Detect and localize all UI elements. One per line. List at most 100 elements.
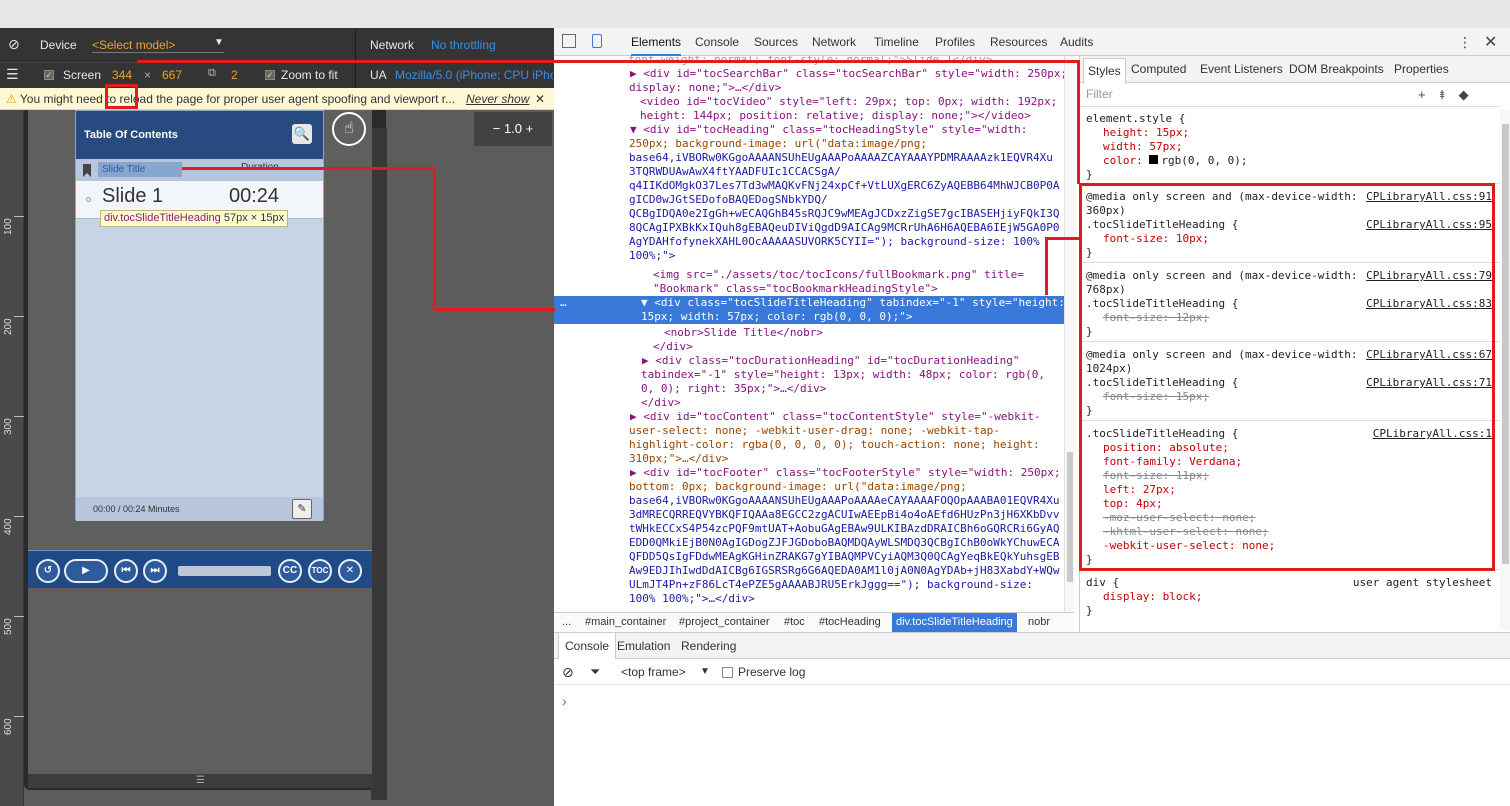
dom-line[interactable]: display: none;">…</div> (629, 81, 781, 95)
add-rule-icon[interactable]: + (1418, 87, 1426, 102)
cc-button[interactable]: CC (278, 559, 302, 583)
dom-line[interactable]: Aw9EDJIhIwdDdAICBg6IGSRSRg6G6AQEDA0AM1l0… (629, 564, 1059, 578)
dom-line[interactable]: ▶ <div id="tocFooter" class="tocFooterSt… (630, 466, 1060, 480)
tab-rendering[interactable]: Rendering (681, 633, 736, 659)
chevron-down-icon[interactable]: ▼ (700, 659, 710, 685)
dom-line[interactable]: 100%;"> (629, 249, 675, 263)
preserve-log-checkbox[interactable] (722, 667, 733, 678)
dom-line[interactable]: <img src="./assets/toc/tocIcons/fullBook… (653, 268, 1024, 282)
breadcrumb-item[interactable]: #project_container (679, 613, 770, 632)
dom-line[interactable]: 0, 0); right: 35px;">…</div> (641, 382, 826, 396)
dom-line[interactable]: 250px; background-image: url("data:image… (629, 137, 927, 151)
previous-icon[interactable]: ⏮ (114, 559, 138, 583)
dom-line[interactable]: bottom: 0px; background-image: url("data… (629, 480, 967, 494)
screen-checkbox[interactable]: ✓ (44, 70, 54, 80)
dom-line[interactable]: QFDD5QsIgFDdwMEAgKGHinZRAKG7gYIBAQMPVCyi… (629, 550, 1059, 564)
clear-console-icon[interactable]: ⊘ (562, 659, 574, 685)
elements-scrollbar[interactable] (1064, 56, 1074, 612)
tab-event-listeners[interactable]: Event Listeners (1200, 56, 1283, 83)
tab-styles[interactable]: Styles (1083, 58, 1126, 84)
dom-line[interactable]: base64,iVBORw0KGgoAAAANSUhEUgAAAPoAAAAeC… (629, 494, 1059, 508)
filter-icon[interactable]: ⏷ (590, 659, 600, 685)
tab-console[interactable]: Console (695, 28, 739, 56)
dom-line[interactable]: 3dMRECQRREQVYBKQFIQAAa8EGCC2zgACUIwAEEpB… (629, 508, 1059, 522)
tab-console-drawer[interactable]: Console (558, 633, 617, 659)
edit-icon[interactable]: ✎ (292, 499, 312, 519)
play-icon[interactable]: ▶ (64, 559, 108, 583)
dom-line[interactable]: </div> (653, 340, 693, 354)
dom-line[interactable]: EDD0QMkiEjB0N0AgIGDogZJFJGDoboBAQMDQAyWL… (629, 536, 1059, 550)
rule-property[interactable]: width: 57px; (1103, 140, 1182, 154)
dom-line[interactable]: QCBgIDQA0e2IgGh+wECAQGhB45sRQJC9wMEAgJCD… (629, 207, 1059, 221)
zoom-out-button[interactable]: − (493, 121, 501, 136)
tab-computed[interactable]: Computed (1131, 56, 1186, 83)
dom-line[interactable]: "Bookmark" class="tocBookmarkHeadingStyl… (653, 282, 938, 296)
dom-line[interactable]: base64,iVBORw0KGgoAAAANSUhEUgAAAPoAAAAZC… (629, 151, 1053, 165)
swap-dimensions-icon[interactable]: ⧉ (208, 67, 216, 80)
dom-line[interactable]: AgYDAHfofynekXAHL0OcAAAAASUVORK5CYII=");… (629, 235, 1040, 249)
dom-line[interactable]: ▶ <div class="tocDurationHeading" id="to… (642, 354, 1020, 368)
dom-line[interactable]: 8QCAgIPXBkKxIQuh8gEBAQeuDIViQgdD9AICAg9M… (629, 221, 1059, 235)
zoom-to-fit-checkbox[interactable]: ✓ (265, 70, 275, 80)
dom-line-selected[interactable]: 15px; width: 57px; color: rgb(0, 0, 0);"… (641, 310, 913, 324)
tab-dom-breakpoints[interactable]: DOM Breakpoints (1289, 56, 1384, 83)
dom-line[interactable]: q4IIKdOMgkO37Les7Td3wMAQKvFNj24xpCf+VtLU… (629, 179, 1059, 193)
styles-scrollbar[interactable] (1500, 110, 1510, 630)
color-swatch-icon[interactable] (1149, 155, 1159, 164)
tab-timeline[interactable]: Timeline (874, 28, 919, 56)
screen-width-input[interactable]: 344 (112, 68, 132, 82)
dom-line[interactable]: </div> (641, 396, 681, 410)
more-options-icon[interactable]: ⋮ (1458, 34, 1472, 51)
dom-line[interactable]: 310px;">…</div> (629, 452, 728, 466)
dom-line[interactable]: ▶ <div id="tocContent" class="tocContent… (630, 410, 1041, 424)
tab-properties[interactable]: Properties (1394, 56, 1449, 83)
dom-line-selected[interactable]: ▼ <div class="tocSlideTitleHeading" tabi… (641, 296, 1065, 310)
resize-gutter[interactable] (371, 128, 387, 800)
close-icon[interactable]: ✕ (535, 88, 545, 110)
close-icon[interactable]: ✕ (338, 559, 362, 583)
slide-title-heading[interactable]: Slide Title (98, 162, 182, 177)
network-throttle-select[interactable]: No throttling (431, 38, 496, 52)
breadcrumb-item[interactable]: #main_container (585, 613, 666, 632)
progress-bar[interactable] (178, 566, 271, 576)
dom-line[interactable]: gICD0wJGtSEDofoBAQEDogSNbkYDQ/ (629, 193, 828, 207)
toggle-media-queries-icon[interactable]: ☰ (6, 66, 19, 83)
disable-emulation-icon[interactable]: ⊘ (8, 36, 20, 53)
frame-select[interactable]: <top frame> (621, 659, 686, 685)
breadcrumb-item[interactable]: #toc (784, 613, 805, 632)
dom-line[interactable]: <video id="tocVideo" style="left: 29px; … (640, 95, 1057, 109)
resize-handle[interactable]: ☰ (28, 774, 373, 788)
dom-line[interactable]: height: 144px; position: relative; displ… (640, 109, 1031, 123)
tab-profiles[interactable]: Profiles (935, 28, 975, 56)
rule-property[interactable]: color: rgb(0, 0, 0); (1103, 154, 1247, 168)
next-icon[interactable]: ⏭ (143, 559, 167, 583)
search-icon[interactable]: 🔍 (292, 124, 312, 144)
breadcrumb-item[interactable]: nobr (1028, 613, 1050, 632)
pin-icon[interactable]: ⯒ (1439, 87, 1445, 102)
rule-property[interactable]: height: 15px; (1103, 126, 1189, 140)
tab-sources[interactable]: Sources (754, 28, 798, 56)
device-mode-icon[interactable] (592, 34, 602, 48)
hand-pointer-icon[interactable]: ☝ (332, 112, 366, 146)
tab-emulation[interactable]: Emulation (617, 633, 670, 659)
screen-height-input[interactable]: 667 (162, 68, 182, 82)
tab-elements[interactable]: Elements (631, 28, 682, 56)
dom-line[interactable]: highlight-color: rgba(0, 0, 0, 0); touch… (629, 438, 1040, 452)
toc-button[interactable]: TOC (308, 559, 332, 583)
color-format-icon[interactable]: ◆ (1459, 87, 1469, 102)
dom-line[interactable]: user-select: none; -webkit-user-drag: no… (629, 424, 1000, 438)
dom-line[interactable]: ULmJT4Pn+zF86LcT4ePZE5gAAAABJRU5ErkJggg=… (629, 578, 1033, 592)
device-pixel-ratio-input[interactable]: 2 (231, 68, 238, 82)
zoom-in-button[interactable]: + (526, 121, 534, 136)
breadcrumb-item[interactable]: #tocHeading (819, 613, 881, 632)
tab-network[interactable]: Network (812, 28, 856, 56)
device-model-select[interactable]: <Select model> (92, 38, 224, 53)
dom-line[interactable]: <nobr>Slide Title</nobr> (664, 326, 823, 340)
dom-line[interactable]: 100% 100%;">…</div> (629, 592, 755, 606)
dom-line[interactable]: 3TQRWDUAwAwX4ftYAADFUIc1CCACSgA/ (629, 165, 841, 179)
dom-line[interactable]: tabindex="-1" style="height: 13px; width… (641, 368, 1045, 382)
dom-line[interactable]: tWHkECCxS4P54zcPQF9mtUAT+AobuGAgEBAw9ULK… (629, 522, 1059, 536)
styles-filter-input[interactable]: Filter (1086, 87, 1386, 103)
tab-audits[interactable]: Audits (1060, 28, 1093, 56)
breadcrumb-item[interactable]: ... (562, 613, 571, 632)
